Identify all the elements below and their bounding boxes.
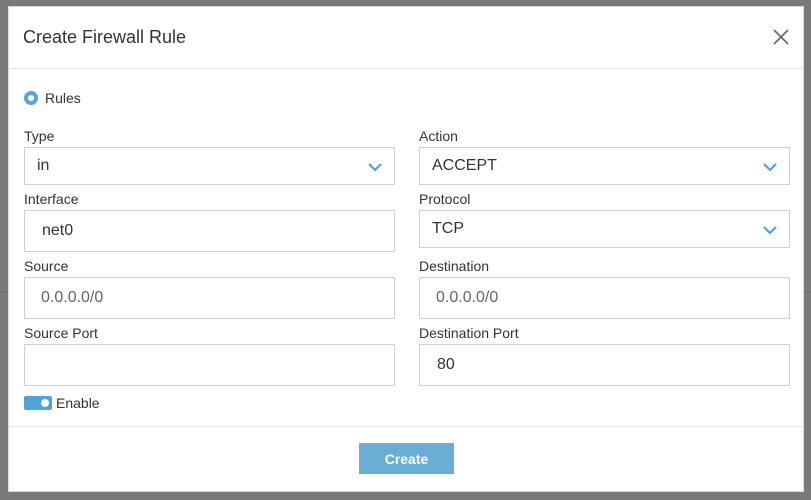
source-input[interactable]: 0.0.0.0/0: [24, 277, 395, 319]
source-label: Source: [24, 258, 69, 274]
enable-toggle-label: Enable: [56, 395, 100, 411]
destination-port-input[interactable]: 80: [419, 344, 790, 386]
radio-selected-icon[interactable]: [24, 91, 38, 105]
destination-port-label: Destination Port: [419, 325, 519, 341]
create-button[interactable]: Create: [359, 443, 454, 474]
destination-label: Destination: [419, 258, 490, 274]
dialog-title: Create Firewall Rule: [23, 27, 187, 47]
interface-label: Interface: [24, 191, 79, 207]
type-select-value: in: [37, 157, 50, 174]
destination-input[interactable]: 0.0.0.0/0: [419, 277, 790, 319]
action-select[interactable]: ACCEPT: [419, 147, 790, 185]
chevron-down-icon: [368, 163, 382, 172]
chevron-down-icon: [763, 163, 777, 172]
create-firewall-rule-dialog: Create Firewall Rule Rules Type in Actio…: [8, 6, 804, 492]
chevron-down-icon: [763, 226, 777, 235]
rules-radio-label: Rules: [45, 90, 81, 106]
close-icon[interactable]: [769, 25, 793, 49]
interface-input-value: net0: [42, 222, 74, 239]
type-label: Type: [24, 128, 55, 144]
rules-radio[interactable]: Rules: [24, 90, 81, 106]
type-select[interactable]: in: [24, 147, 395, 185]
destination-input-placeholder: 0.0.0.0/0: [436, 289, 499, 306]
destination-port-input-value: 80: [437, 356, 455, 373]
dialog-body: Rules Type in Action ACCEPT Interface ne…: [9, 70, 803, 426]
protocol-select[interactable]: TCP: [419, 210, 790, 248]
protocol-label: Protocol: [419, 191, 471, 207]
source-port-input[interactable]: [24, 344, 395, 386]
action-label: Action: [419, 128, 458, 144]
source-input-placeholder: 0.0.0.0/0: [41, 289, 104, 306]
protocol-select-value: TCP: [432, 220, 464, 237]
dialog-header: Create Firewall Rule: [9, 7, 803, 69]
source-port-label: Source Port: [24, 325, 98, 341]
enable-toggle[interactable]: [24, 396, 52, 410]
action-select-value: ACCEPT: [432, 157, 497, 174]
dialog-footer: Create: [9, 426, 803, 492]
interface-input[interactable]: net0: [24, 210, 395, 252]
